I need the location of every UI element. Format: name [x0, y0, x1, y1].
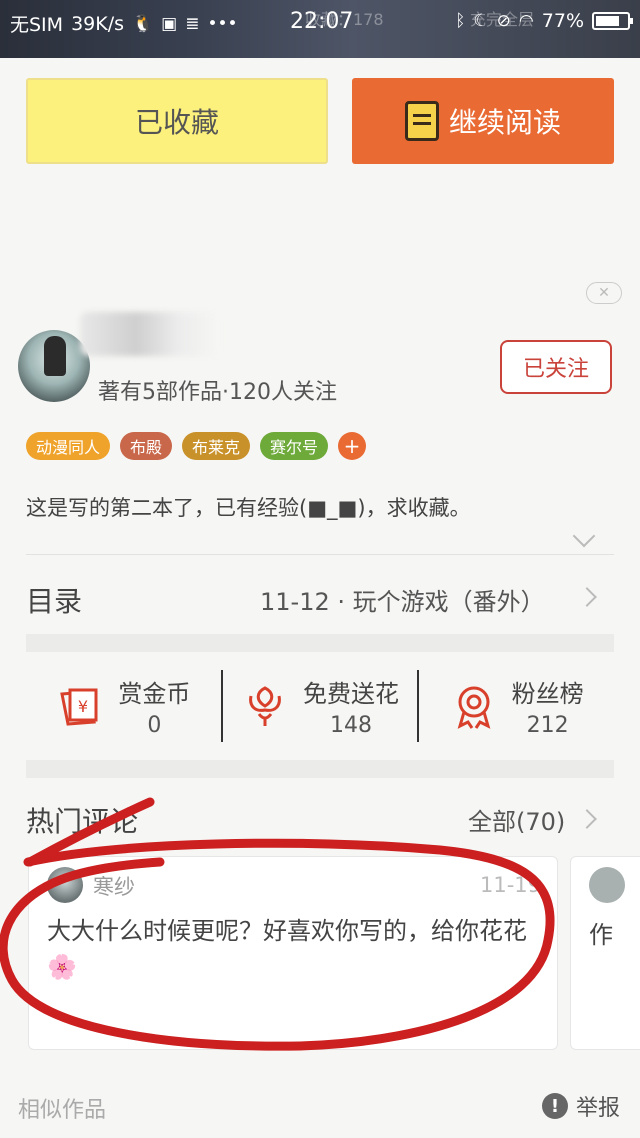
book-icon	[404, 101, 439, 141]
continue-reading-label: 继续阅读	[448, 106, 561, 139]
carrier-label: 无SIM	[10, 14, 64, 36]
add-tag-button[interactable]: +	[338, 432, 367, 460]
comment-text: 大大什么时候更呢？好喜欢你写的，给你花花🌸	[47, 917, 527, 981]
reward-value: 0	[147, 713, 162, 738]
commenter-avatar[interactable]	[589, 867, 625, 903]
fans-value: 212	[526, 713, 569, 738]
tag-item[interactable]: 赛尔号	[260, 432, 329, 460]
synopsis: 这是写的第二本了，已有经验(■_■)，求收藏。	[26, 496, 471, 520]
reward-stat[interactable]: ¥ 赏金币 0	[26, 668, 221, 744]
bluetooth-icon: ᛒ	[455, 11, 466, 31]
alert-icon: !	[541, 1093, 568, 1119]
stats-row: ¥ 赏金币 0 免费送花 148 粉丝榜 212	[26, 668, 614, 744]
continue-reading-button[interactable]: 继续阅读	[352, 78, 614, 164]
moon-icon: ☾	[473, 11, 489, 31]
report-button[interactable]: ! 举报	[541, 1090, 620, 1122]
comment-card[interactable]: 寒纱 11-19 大大什么时候更呢？好喜欢你写的，给你花花🌸	[28, 856, 558, 1050]
report-label: 举报	[575, 1096, 620, 1121]
storage-icon: ≣	[185, 13, 200, 34]
chevron-right-icon[interactable]	[577, 587, 597, 607]
svg-text:¥: ¥	[78, 697, 88, 716]
tag-item[interactable]: 动漫同人	[26, 432, 111, 460]
more-dots-icon: •••	[207, 13, 238, 34]
wifi-icon: ◠	[518, 11, 534, 31]
battery-percent: 77%	[541, 10, 584, 32]
clock: 22:07	[290, 9, 354, 34]
qq-icon: 🐧	[132, 13, 154, 34]
commenter-avatar[interactable]	[47, 867, 83, 903]
toc-title[interactable]: 目录	[26, 580, 82, 620]
fans-stat[interactable]: 粉丝榜 212	[419, 668, 614, 744]
comment-text-partial: 作	[589, 921, 613, 949]
reward-label: 赏金币	[118, 680, 191, 708]
notification-icon: ▣	[161, 13, 178, 34]
battery-icon	[592, 12, 633, 30]
toc-latest-chapter[interactable]: 11-12 · 玩个游戏（番外）	[260, 582, 545, 617]
medal-icon	[457, 686, 491, 729]
tag-item[interactable]: 布殿	[120, 432, 173, 460]
all-comments-link[interactable]: 全部(70)	[468, 802, 565, 837]
status-bar: 收藏：178 充完全层 无SIM 39K/s 🐧 ▣ ≣ ••• 22:07 ᛒ…	[0, 0, 640, 58]
battery-level	[596, 16, 620, 26]
chevron-right-icon[interactable]	[577, 809, 597, 829]
comment-time: 11-19	[479, 873, 541, 897]
fans-label: 粉丝榜	[511, 680, 584, 708]
author-name-blurred	[80, 312, 220, 356]
section-separator	[26, 760, 614, 778]
follow-button[interactable]: 已关注	[500, 340, 612, 394]
tag-item[interactable]: 布莱克	[182, 432, 251, 460]
commenter-name[interactable]: 寒纱	[93, 871, 135, 901]
chevron-down-icon[interactable]	[572, 524, 596, 548]
network-speed: 39K/s	[71, 12, 124, 35]
flower-stat[interactable]: 免费送花 148	[223, 668, 418, 744]
red-envelope-icon: ¥	[60, 688, 98, 726]
mute-icon: ⊘	[496, 11, 511, 31]
comment-card[interactable]: 作	[570, 856, 640, 1050]
section-separator	[26, 634, 614, 652]
divider	[26, 554, 614, 555]
flower-icon	[249, 686, 281, 726]
author-meta: 著有5部作品·120人关注	[98, 380, 337, 405]
collected-label: 已收藏	[134, 106, 219, 139]
collected-button[interactable]: 已收藏	[26, 78, 328, 164]
tag-list: 动漫同人 布殿 布莱克 赛尔号 +	[26, 432, 367, 460]
hot-comments-title: 热门评论	[26, 805, 139, 838]
similar-works-label[interactable]: 相似作品	[18, 1092, 106, 1124]
close-icon[interactable]: ✕	[586, 282, 622, 304]
flower-label: 免费送花	[303, 680, 399, 708]
flower-value: 148	[330, 713, 372, 738]
